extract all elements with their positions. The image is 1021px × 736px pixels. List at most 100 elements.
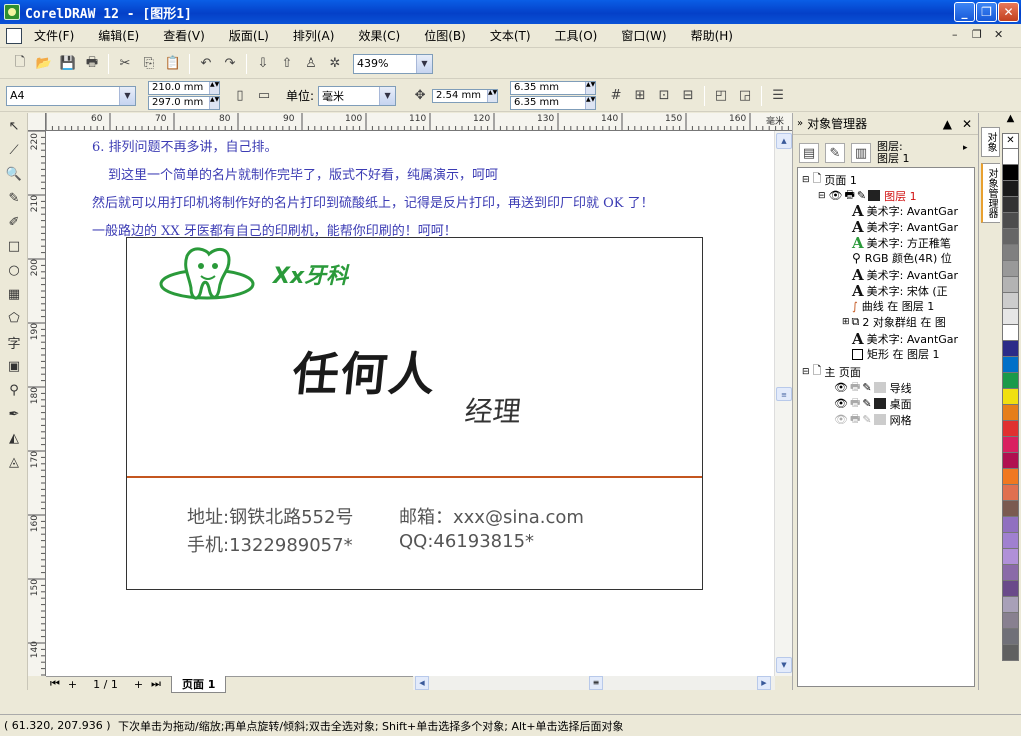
color-swatch[interactable]	[1002, 389, 1019, 405]
color-swatch[interactable]	[1002, 613, 1019, 629]
new-icon[interactable]: 🗋	[10, 54, 30, 74]
maximize-button[interactable]: ❐	[976, 2, 997, 22]
redo-icon[interactable]: ↷	[220, 54, 240, 74]
scroll-right-icon[interactable]: ▶	[757, 676, 771, 690]
menu-window[interactable]: 窗口(W)	[621, 27, 666, 44]
edit-across-layers-icon[interactable]: ◲	[735, 86, 755, 106]
menu-file[interactable]: 文件(F)	[34, 27, 74, 44]
color-swatch[interactable]	[1002, 197, 1019, 213]
color-swatch[interactable]	[1002, 581, 1019, 597]
color-swatch[interactable]	[1002, 341, 1019, 357]
color-swatch[interactable]	[1002, 549, 1019, 565]
snap-grid-icon[interactable]: #	[606, 86, 626, 106]
pencil-icon[interactable]: ✎	[857, 189, 866, 202]
color-swatch[interactable]	[1002, 293, 1019, 309]
eye-icon[interactable]: 👁	[829, 189, 843, 202]
page-tab[interactable]: 页面 1	[170, 675, 227, 693]
import-icon[interactable]: ⇩	[253, 54, 273, 74]
snap-objects-icon[interactable]: ⊡	[654, 86, 674, 106]
layer-manager-icon[interactable]: ▥	[851, 143, 871, 163]
color-swatch[interactable]	[1002, 469, 1019, 485]
color-swatch[interactable]	[1002, 533, 1019, 549]
menu-effects[interactable]: 效果(C)	[358, 27, 400, 44]
page-height-input[interactable]: 297.0 mm ▲▼	[148, 96, 220, 110]
nudge-input[interactable]: 2.54 mm ▲▼	[432, 88, 499, 103]
menu-tools[interactable]: 工具(O)	[555, 27, 598, 44]
paper-select[interactable]: A4 ▼	[6, 85, 136, 106]
brand-name[interactable]: Xx牙科	[273, 258, 348, 290]
canvas-text-line-2[interactable]: 到这里一个简单的名片就制作完毕了，版式不好看，纯属演示，呵呵	[108, 164, 498, 183]
drawing-canvas[interactable]: 6. 排列问题不再多讲，自己排。 到这里一个简单的名片就制作完毕了，版式不好看，…	[46, 131, 774, 676]
page-width-input[interactable]: 210.0 mm ▲▼	[148, 81, 220, 95]
doc-minimize-icon[interactable]: –	[952, 28, 958, 41]
ruler-origin[interactable]	[28, 113, 46, 131]
duplicate-x-input[interactable]: 6.35 mm ▲▼	[510, 81, 597, 95]
text-tool-icon[interactable]: 字	[3, 331, 25, 353]
app-launcher-icon[interactable]: ♙	[301, 54, 321, 74]
cut-icon[interactable]: ✂	[115, 54, 135, 74]
horizontal-scrollbar[interactable]: ◀ ≡ ▶	[413, 676, 775, 690]
save-icon[interactable]: 💾	[58, 54, 78, 74]
tab-object-properties[interactable]: 对象	[981, 127, 1000, 157]
tab-object-manager[interactable]: 对象管理器	[981, 163, 1001, 223]
menu-layout[interactable]: 版面(L)	[229, 27, 269, 44]
color-swatch[interactable]	[1002, 325, 1019, 341]
color-swatch[interactable]	[1002, 421, 1019, 437]
color-swatch[interactable]	[1002, 501, 1019, 517]
job-title[interactable]: 经理	[463, 390, 523, 430]
rectangle-tool-icon[interactable]: □	[3, 235, 25, 257]
color-swatch[interactable]	[1002, 165, 1019, 181]
color-swatch[interactable]	[1002, 453, 1019, 469]
color-swatch[interactable]	[1002, 213, 1019, 229]
tooth-logo-icon[interactable]	[157, 246, 257, 312]
no-color-swatch[interactable]: ✕	[1002, 133, 1019, 149]
ellipse-tool-icon[interactable]: ○	[3, 259, 25, 281]
snap-guidelines-icon[interactable]: ⊞	[630, 86, 650, 106]
color-swatch[interactable]	[1002, 261, 1019, 277]
color-swatch[interactable]	[1002, 309, 1019, 325]
interactive-blend-icon[interactable]: ▣	[3, 355, 25, 377]
color-swatch[interactable]	[1002, 149, 1019, 165]
canvas-text-line-3[interactable]: 然后就可以用打印机将制作好的名片打印到硫酸纸上，记得是反片打印，再送到印厂印就 …	[92, 192, 654, 211]
color-swatch[interactable]	[1002, 277, 1019, 293]
docker-arrows-icon[interactable]: »	[797, 118, 803, 129]
card-address[interactable]: 地址:钢铁北路552号	[187, 503, 353, 529]
docker-collapse-icon[interactable]: ▲	[943, 117, 952, 131]
freehand-tool-icon[interactable]: ✎	[3, 187, 25, 209]
vertical-ruler[interactable]: 220 210 200 190 180 170 160 150 140	[28, 131, 46, 676]
vertical-scrollbar[interactable]: ▲ ≡ ▼	[774, 131, 792, 676]
document-icon[interactable]	[6, 27, 22, 44]
duplicate-y-input[interactable]: 6.35 mm ▲▼	[510, 96, 597, 110]
tree-item-group[interactable]: ⊞ ⧉ 2 对象群组 在 图	[842, 314, 946, 330]
color-swatch[interactable]	[1002, 629, 1019, 645]
scroll-down-icon[interactable]: ▼	[776, 657, 792, 673]
shape-tool-icon[interactable]: ⟋	[3, 139, 25, 161]
color-swatch[interactable]	[1002, 517, 1019, 533]
last-page-icon[interactable]: ⏭	[151, 677, 161, 691]
dynamic-guides-icon[interactable]: ⊟	[678, 86, 698, 106]
scroll-thumb[interactable]: ≡	[776, 387, 792, 401]
menu-help[interactable]: 帮助(H)	[691, 27, 733, 44]
docker-close-icon[interactable]: ✕	[962, 117, 972, 131]
options-icon[interactable]: ☰	[768, 86, 788, 106]
fill-tool-icon[interactable]: ◭	[3, 427, 25, 449]
add-page-before-icon[interactable]: +	[68, 678, 77, 691]
smart-fill-tool-icon[interactable]: ✐	[3, 211, 25, 233]
doc-close-icon[interactable]: ✕	[994, 28, 1003, 41]
business-card[interactable]: Xx牙科 任何人 经理 地址:钢铁北路552号 邮箱：xxx@sina.com …	[126, 237, 703, 590]
card-phone[interactable]: 手机:1322989057*	[187, 531, 353, 557]
scroll-left-icon[interactable]: ◀	[415, 676, 429, 690]
color-swatch[interactable]	[1002, 645, 1019, 661]
color-swatch[interactable]	[1002, 373, 1019, 389]
open-icon[interactable]: 📂	[34, 54, 54, 74]
minimize-button[interactable]: _	[954, 2, 975, 22]
edit-across-layers-icon[interactable]: ✎	[825, 143, 845, 163]
card-divider-line[interactable]	[127, 476, 702, 478]
flyout-arrow-icon[interactable]: ▸	[963, 143, 968, 153]
color-swatch[interactable]	[1002, 357, 1019, 373]
tree-grid-layer[interactable]: 👁 🖶 ✎ 网格	[834, 410, 912, 429]
close-button[interactable]: ✕	[998, 2, 1019, 22]
interactive-fill-icon[interactable]: ◬	[3, 451, 25, 473]
paste-icon[interactable]: 📋	[163, 54, 183, 74]
undo-icon[interactable]: ↶	[196, 54, 216, 74]
